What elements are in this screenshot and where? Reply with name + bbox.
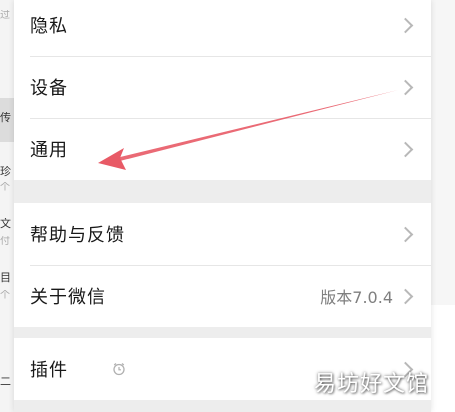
settings-panel: 隐私 设备 通用 帮助与反馈 关于微信 版本7.0.4 插件 [14,0,431,412]
settings-group-2: 帮助与反馈 关于微信 版本7.0.4 [14,203,431,327]
settings-item-label: 帮助与反馈 [30,225,125,246]
settings-item-help-feedback[interactable]: 帮助与反馈 [14,203,431,265]
chevron-right-icon [397,141,414,157]
chevron-right-icon [397,17,414,33]
background-right-edge [431,0,455,412]
settings-group-1: 隐私 设备 通用 [14,0,431,180]
settings-item-label: 通用 [30,140,68,161]
chat-name-fragment: 传 [0,112,11,124]
settings-item-label: 设备 [30,78,68,99]
chat-name-fragment: 文 [0,218,11,230]
chat-preview-fragment: 过 [0,10,10,21]
chat-name-fragment: 珍 [0,166,11,178]
version-value: 版本7.0.4 [320,288,393,307]
settings-item-label: 关于微信 [30,287,106,308]
settings-item-general[interactable]: 通用 [14,118,431,180]
chat-preview-fragment: 付 [0,236,10,247]
chat-preview-fragment: 个 [0,182,10,193]
chat-name-fragment: 目 [0,272,11,284]
chevron-right-icon [397,288,414,304]
settings-item-devices[interactable]: 设备 [14,56,431,118]
chat-name-fragment: 二 [0,376,11,388]
chat-preview-fragment: 个 [0,290,10,301]
chevron-right-icon [397,79,414,95]
watermark: 易坊好文馆 [313,372,429,397]
settings-item-label: 隐私 [30,16,68,37]
plugin-clock-icon [113,363,125,376]
settings-item-privacy[interactable]: 隐私 [14,0,431,56]
background-chat-list: 过 传 珍 个 文 付 目 个 二 [0,0,14,412]
settings-item-label: 插件 [30,360,68,381]
chevron-right-icon [397,226,414,242]
screenshot: 过 传 珍 个 文 付 目 个 二 隐私 设备 通用 帮助与反馈 关于微信 版本… [0,0,455,412]
settings-item-about-wechat[interactable]: 关于微信 版本7.0.4 [14,265,431,327]
